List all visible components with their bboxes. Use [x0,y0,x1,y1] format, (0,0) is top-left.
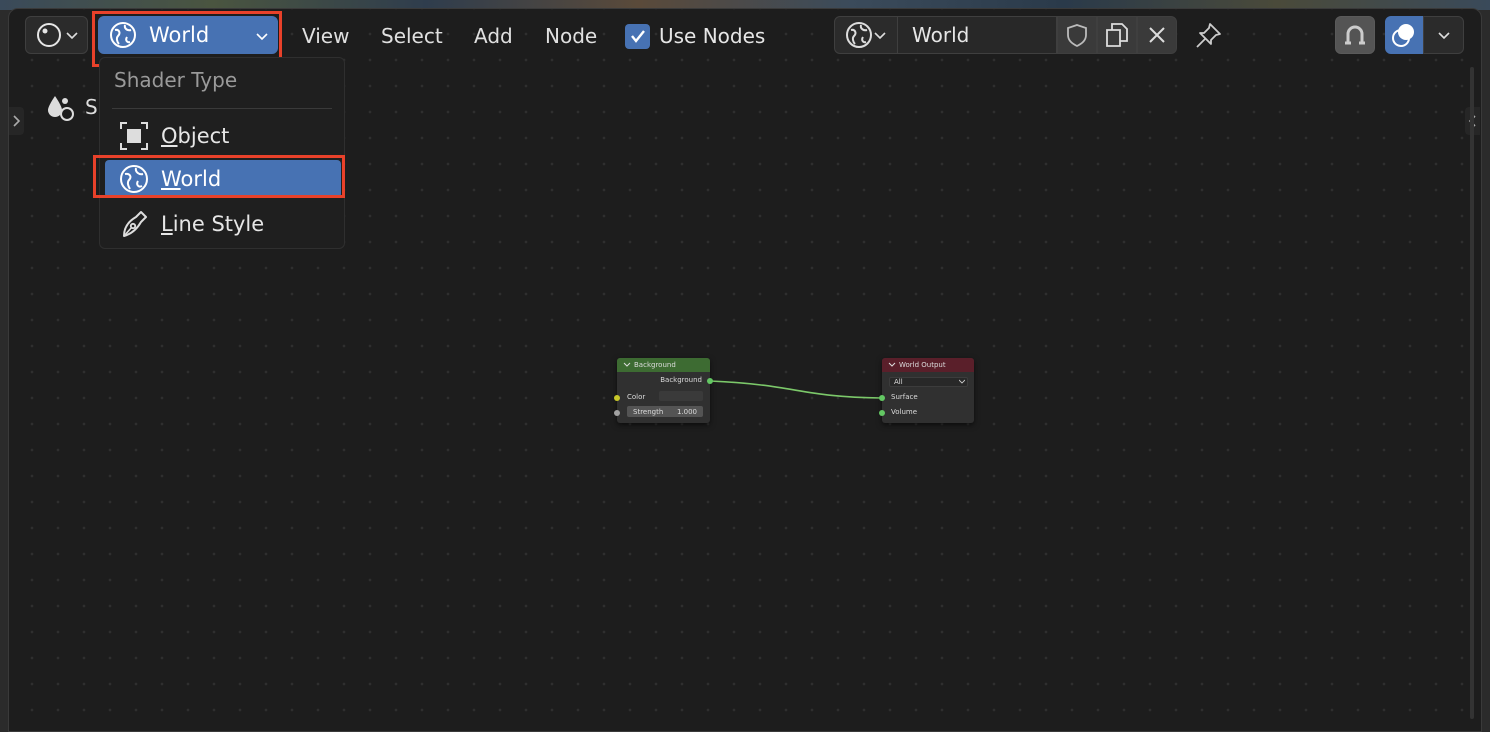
chevron-down-icon [256,33,268,41]
world-icon [120,165,148,193]
snap-toggle[interactable] [1335,16,1375,54]
color-swatch[interactable] [659,391,703,401]
line-style-icon [123,211,147,237]
menu-add[interactable]: Add [474,22,513,50]
background-node-title: Background [634,361,676,369]
chevron-down-icon [1437,32,1450,40]
world-output-node[interactable]: World Output All Surface Volume [879,358,974,423]
chevron-down-icon [959,379,965,384]
collapse-chevron-icon[interactable] [623,361,631,369]
editor-type-button[interactable] [25,16,88,54]
world-icon [110,22,136,48]
pin-icon [1196,23,1221,48]
volume-input-label: Volume [891,408,918,416]
unlink-icon [1149,27,1165,43]
world-name-field[interactable]: World [897,16,1057,54]
duplicate-icon [1106,23,1128,47]
menu-select[interactable]: Select [381,22,443,50]
pin-button[interactable] [1191,20,1225,52]
shader-type-menu-title: Shader Type [114,68,238,92]
chevron-down-icon [874,32,886,40]
menu-item-line-style[interactable]: Line Style [105,205,341,243]
target-select-value: All [894,378,903,386]
volume-input-socket[interactable] [879,410,885,416]
chevron-down-icon [65,32,78,40]
menu-item-object-label: Object [161,124,230,148]
world-browse-button[interactable] [834,16,898,54]
checkbox-box[interactable] [625,23,650,49]
background-node-header[interactable]: Background [617,358,710,372]
checkmark-icon [630,30,645,43]
unlink-button[interactable] [1137,16,1177,54]
menu-separator [112,108,332,109]
world-name-value: World [912,23,970,47]
menu-item-world-label: World [161,167,222,191]
use-nodes-label: Use Nodes [659,24,766,48]
strength-input-socket[interactable] [614,410,620,416]
strength-field[interactable]: Strength 1.000 [627,406,703,417]
background-output-socket[interactable] [707,378,713,384]
node-editor-icon [36,23,61,47]
menu-node[interactable]: Node [545,22,597,50]
shader-type-button[interactable]: World [98,16,278,54]
snap-icon [1345,25,1365,45]
surface-input-socket[interactable] [879,395,885,401]
menu-item-world[interactable]: World [105,160,341,198]
object-icon [120,122,148,150]
fake-user-shield-icon [1067,24,1087,48]
shader-type-menu: Shader Type Object World Line Style [99,57,345,249]
background-output-label: Background [660,376,702,384]
surface-input-label: Surface [891,393,918,401]
color-input-label: Color [627,393,646,401]
color-input-socket[interactable] [614,395,620,401]
overlays-toggle[interactable] [1385,16,1423,54]
editor-header: World View Select Add Node Use Nodes Wor… [8,8,1480,67]
strength-label: Strength [633,407,664,416]
overlay-icon [1392,24,1414,47]
collapse-chevron-icon[interactable] [888,361,896,369]
menu-view[interactable]: View [302,22,349,50]
world-output-node-header[interactable]: World Output [882,358,974,372]
overlays-dropdown[interactable] [1423,16,1464,54]
fake-user-button[interactable] [1057,16,1097,54]
shader-type-label: World [149,23,210,47]
use-nodes-checkbox[interactable]: Use Nodes [625,22,765,50]
menu-item-line-style-label: Line Style [161,212,265,236]
background-node[interactable]: Background Background Color Strength 1.0… [614,358,713,423]
menu-item-object[interactable]: Object [105,117,341,155]
world-output-node-title: World Output [899,361,946,369]
strength-value: 1.000 [676,407,697,416]
duplicate-button[interactable] [1097,16,1137,54]
world-icon [846,22,872,48]
target-select[interactable]: All [889,377,968,387]
